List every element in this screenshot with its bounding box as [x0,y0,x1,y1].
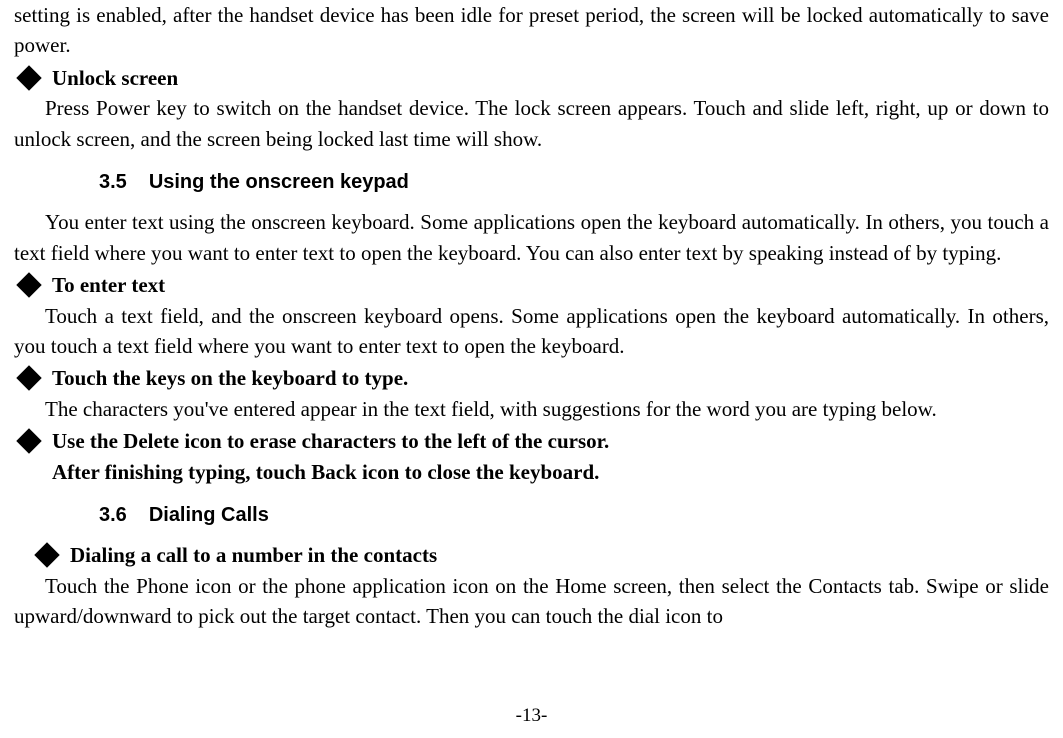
diamond-icon [16,366,41,391]
diamond-icon [34,542,59,567]
section-3-6-number: 3.6 [99,504,127,526]
section-3-5-body: You enter text using the onscreen keyboa… [14,207,1049,268]
section-3-6-heading: 3.6 Dialing Calls [99,501,1049,530]
touch-keys-body: The characters you've entered appear in … [14,394,1049,424]
bullet-unlock-screen: Unlock screen [14,63,1049,93]
page-number: -13- [0,702,1063,730]
bullet-touch-keys: Touch the keys on the keyboard to type. [14,363,1049,393]
section-3-6-title: Dialing Calls [149,504,269,526]
bullet-dialing-label: Dialing a call to a number in the contac… [70,540,437,570]
bullet-unlock-label: Unlock screen [52,63,178,93]
bullet-delete-icon: Use the Delete icon to erase characters … [14,426,1049,456]
bullet-touch-keys-label: Touch the keys on the keyboard to type. [52,363,408,393]
dialing-body: Touch the Phone icon or the phone applic… [14,571,1049,632]
delete-followup: After finishing typing, touch Back icon … [52,457,1049,487]
bullet-delete-label: Use the Delete icon to erase characters … [52,426,609,456]
unlock-body: Press Power key to switch on the handset… [14,93,1049,154]
bullet-enter-label: To enter text [52,270,165,300]
diamond-icon [16,429,41,454]
bullet-enter-text: To enter text [14,270,1049,300]
section-3-5-number: 3.5 [99,171,127,193]
intro-fragment: setting is enabled, after the handset de… [14,0,1049,61]
enter-text-body: Touch a text field, and the onscreen key… [14,301,1049,362]
section-3-5-title: Using the onscreen keypad [149,171,409,193]
bullet-dialing-contacts: Dialing a call to a number in the contac… [32,540,1049,570]
diamond-icon [16,272,41,297]
section-3-5-heading: 3.5 Using the onscreen keypad [99,168,1049,197]
diamond-icon [16,65,41,90]
